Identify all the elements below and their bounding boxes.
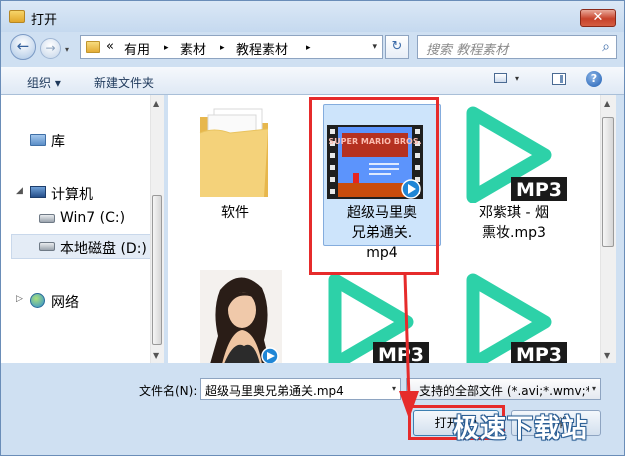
open-file-dialog: 打开 ✕ ← → ▾ « 有用 ▸ 素材 ▸ 教程素材 ▸ ▾ ↻ 搜索 教程素…: [0, 0, 625, 456]
search-icon[interactable]: ⌕: [602, 39, 610, 55]
folder-icon: [86, 41, 100, 53]
highlight-box-selected-file: [309, 97, 439, 275]
search-input[interactable]: 搜索 教程素材 ⌕: [417, 35, 617, 59]
title-bar: 打开: [1, 1, 624, 32]
view-dropdown-icon[interactable]: ▾: [515, 74, 519, 83]
breadcrumb-separator[interactable]: ▸: [220, 43, 225, 53]
breadcrumb-sucai[interactable]: 素材: [180, 39, 206, 58]
watermark-logo: 极速下载站: [453, 414, 589, 444]
new-folder-button[interactable]: 新建文件夹: [94, 74, 154, 91]
close-button[interactable]: ✕: [580, 9, 616, 27]
computer-icon: [30, 186, 46, 198]
sidebar-item-label: 计算机: [51, 187, 93, 203]
breadcrumb-overflow[interactable]: «: [106, 39, 114, 54]
address-dropdown-icon[interactable]: ▾: [372, 42, 377, 52]
sidebar-item-label: Win7 (C:): [60, 210, 126, 226]
file-tile-folder[interactable]: 软件: [174, 101, 296, 229]
navigation-scrollbar-thumb[interactable]: [152, 195, 162, 345]
filename-value: 超级马里奥兄弟通关.mp4: [205, 384, 344, 398]
scroll-up-icon[interactable]: ▲: [604, 99, 610, 108]
change-view-icon[interactable]: [494, 73, 507, 83]
forward-button[interactable]: →: [40, 38, 61, 59]
address-bar[interactable]: « 有用 ▸ 素材 ▸ 教程素材 ▸ ▾: [80, 35, 383, 59]
filename-label: 文件名(N):: [139, 384, 198, 398]
file-name-line-1: 邓紫琪 - 烟: [479, 205, 549, 221]
drive-icon: [39, 214, 55, 223]
breadcrumb-jiaochengsucai[interactable]: 教程素材: [236, 39, 288, 58]
organize-button[interactable]: 组织 ▾: [27, 74, 61, 91]
scroll-up-icon[interactable]: ▲: [153, 99, 159, 108]
library-icon: [30, 134, 46, 146]
refresh-button[interactable]: ↻: [385, 35, 409, 59]
mp3-play-icon: MP3: [466, 273, 567, 363]
mp3-badge-text: MP3: [516, 344, 562, 363]
scroll-down-icon[interactable]: ▼: [153, 351, 159, 360]
file-tile-photo-video[interactable]: [174, 266, 296, 364]
mp3-badge-text: MP3: [516, 179, 562, 201]
sidebar-item-label: 本地磁盘 (D:): [60, 241, 147, 257]
drive-icon: [39, 242, 55, 251]
network-icon: [30, 293, 45, 308]
breadcrumb-separator[interactable]: ▸: [306, 43, 311, 53]
file-list-scrollbar-thumb[interactable]: [602, 117, 614, 247]
collapse-triangle-icon[interactable]: ◢: [16, 186, 23, 196]
window-title: 打开: [31, 13, 58, 28]
file-type-value: 支持的全部文件 (*.avi;*.wmv;*.: [419, 384, 589, 398]
file-type-dropdown-icon[interactable]: ▾: [592, 384, 596, 393]
breadcrumb-separator[interactable]: ▸: [164, 43, 169, 53]
navigation-pane: [1, 95, 164, 363]
video-thumbnail-icon: [200, 270, 282, 364]
file-tile-mp3[interactable]: MP3: [453, 266, 575, 363]
breadcrumb-youyong[interactable]: 有用: [124, 39, 150, 58]
annotation-arrow: [399, 274, 419, 419]
file-type-select[interactable]: 支持的全部文件 (*.avi;*.wmv;*. ▾: [406, 378, 601, 400]
file-name-line-2: 熏妆.mp3: [482, 225, 546, 241]
command-toolbar: 组织 ▾ 新建文件夹: [1, 67, 624, 95]
back-button[interactable]: ←: [10, 34, 36, 60]
sidebar-item-label: 网络: [51, 295, 79, 311]
recent-locations-chevron-icon[interactable]: ▾: [65, 45, 69, 54]
scroll-down-icon[interactable]: ▼: [604, 351, 610, 360]
sidebar-item-label: 库: [51, 134, 65, 150]
mp3-play-icon: MP3: [466, 106, 567, 203]
file-tile-mp3[interactable]: MP3 邓紫琪 - 烟 熏妆.mp3: [453, 101, 575, 247]
preview-pane-icon[interactable]: [552, 73, 566, 85]
help-icon[interactable]: ?: [586, 71, 602, 87]
expand-triangle-icon[interactable]: ▷: [16, 294, 23, 304]
folder-icon: [9, 10, 25, 23]
file-name: 软件: [221, 205, 249, 221]
folder-icon: [199, 108, 269, 197]
search-placeholder: 搜索 教程素材: [426, 43, 509, 58]
filename-field[interactable]: 超级马里奥兄弟通关.mp4 ▾: [200, 378, 401, 400]
